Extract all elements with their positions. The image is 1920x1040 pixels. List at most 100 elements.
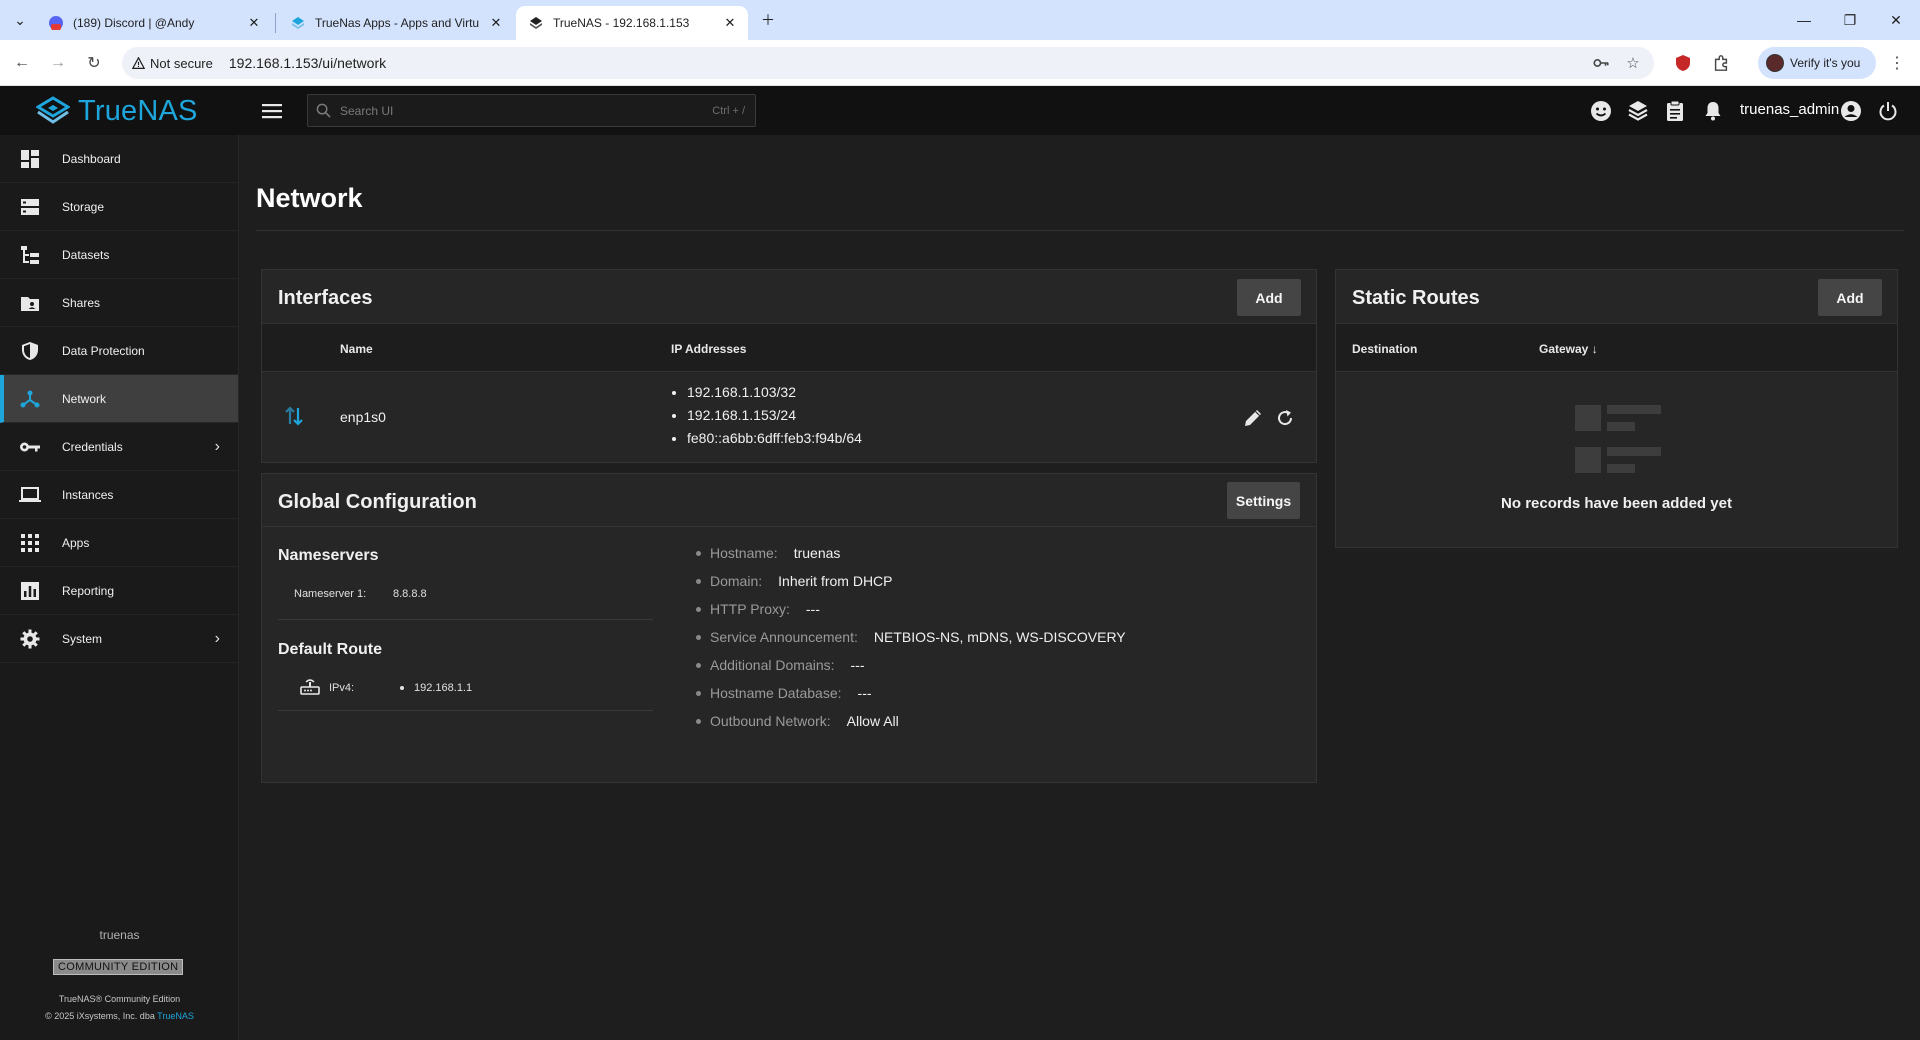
edit-pencil-icon[interactable] xyxy=(1243,408,1263,433)
sidebar-item-storage[interactable]: Storage xyxy=(0,183,238,231)
minimize-window-icon[interactable]: — xyxy=(1782,0,1826,40)
sidebar-item-dashboard[interactable]: Dashboard xyxy=(0,135,238,183)
column-header-ip-addresses[interactable]: IP Addresses xyxy=(671,342,746,356)
menu-hamburger-icon[interactable] xyxy=(259,98,285,124)
tab-search-chevron-icon[interactable]: ⌄ xyxy=(8,8,32,32)
sidebar-item-instances[interactable]: Instances xyxy=(0,471,238,519)
truecommand-icon[interactable] xyxy=(1626,99,1650,123)
bookmark-star-icon[interactable]: ☆ xyxy=(1624,54,1642,72)
sidebar-item-network[interactable]: Network xyxy=(0,375,238,423)
tab-title: TrueNAS - 192.168.1.153 xyxy=(553,16,690,30)
not-secure-label: Not secure xyxy=(150,55,213,71)
add-static-route-button[interactable]: Add xyxy=(1818,279,1882,316)
section-divider xyxy=(278,619,653,620)
router-icon xyxy=(300,677,320,700)
browser-tab-discord[interactable]: (189) Discord | @Andy ✕ xyxy=(36,6,272,40)
field-value: Allow All xyxy=(846,713,899,729)
sidebar-item-datasets[interactable]: Datasets xyxy=(0,231,238,279)
discord-favicon-icon xyxy=(48,15,64,31)
ip-address-list: 192.168.1.103/32 192.168.1.153/24 fe80::… xyxy=(671,381,862,450)
forward-arrow-icon[interactable]: → xyxy=(46,51,70,75)
browser-tab-truenas-active[interactable]: TrueNAS - 192.168.1.153 ✕ xyxy=(516,6,748,40)
column-header-destination[interactable]: Destination xyxy=(1352,342,1417,356)
ipv4-label: IPv4: xyxy=(329,682,355,694)
power-icon[interactable] xyxy=(1876,99,1900,123)
notifications-bell-icon[interactable] xyxy=(1701,99,1725,123)
sidebar-item-label: Reporting xyxy=(62,583,115,598)
field-key: HTTP Proxy: xyxy=(710,601,790,617)
account-circle-icon[interactable] xyxy=(1839,99,1863,123)
sidebar-item-data-protection[interactable]: Data Protection xyxy=(0,327,238,375)
truenas-favicon-icon xyxy=(290,15,306,31)
nameserver-1-label: Nameserver 1: xyxy=(294,588,367,600)
browser-menu-kebab-icon[interactable]: ⋮ xyxy=(1886,52,1908,74)
interfaces-card: Interfaces Add Name IP Addresses enp1s0 … xyxy=(261,269,1317,463)
close-window-icon[interactable]: ✕ xyxy=(1874,0,1918,40)
close-tab-icon[interactable]: ✕ xyxy=(488,15,504,31)
gateway-label: Gateway xyxy=(1539,342,1589,356)
security-indicator[interactable]: Not secure xyxy=(132,56,213,71)
close-tab-icon[interactable]: ✕ xyxy=(246,15,262,31)
reload-icon[interactable]: ↻ xyxy=(82,51,106,75)
sidebar-item-label: Instances xyxy=(62,487,114,502)
column-header-gateway[interactable]: Gateway ↓ xyxy=(1539,342,1598,356)
truenas-link[interactable]: TrueNAS xyxy=(157,1011,194,1021)
search-shortcut-hint: Ctrl + / xyxy=(712,104,745,117)
username-label[interactable]: truenas_admin xyxy=(1740,101,1839,118)
key-icon xyxy=(19,436,41,458)
sidebar-item-system[interactable]: System › xyxy=(0,615,238,663)
shield-icon xyxy=(19,340,41,362)
settings-button[interactable]: Settings xyxy=(1227,482,1300,519)
sidebar-item-reporting[interactable]: Reporting xyxy=(0,567,238,615)
ipv4-gateway-value: 192.168.1.1 xyxy=(414,682,473,694)
extensions-puzzle-icon[interactable] xyxy=(1710,52,1732,74)
ip-address: 192.168.1.103/32 xyxy=(687,381,862,404)
sidebar-nav: Dashboard Storage Datasets Shares Data P… xyxy=(0,135,239,1040)
section-divider xyxy=(278,710,653,711)
back-arrow-icon[interactable]: ← xyxy=(10,51,34,75)
title-divider xyxy=(256,230,1904,231)
field-key: Domain: xyxy=(710,573,763,589)
page-title: Network xyxy=(256,183,363,213)
chart-icon xyxy=(19,580,41,602)
card-header-divider xyxy=(262,526,1316,527)
address-bar[interactable]: Not secure 192.168.1.153/ui/network ☆ xyxy=(122,47,1654,79)
global-configuration-title: Global Configuration xyxy=(278,491,477,513)
sidebar-item-label: Dashboard xyxy=(62,151,121,166)
close-tab-icon[interactable]: ✕ xyxy=(722,15,738,31)
feedback-smiley-icon[interactable] xyxy=(1589,99,1613,123)
interfaces-table-header: Name IP Addresses xyxy=(262,323,1316,372)
add-interface-button[interactable]: Add xyxy=(1237,279,1301,316)
warning-triangle-icon xyxy=(132,56,145,69)
nameservers-heading: Nameservers xyxy=(278,547,379,564)
field-value: --- xyxy=(805,601,820,617)
sidebar-item-label: System xyxy=(62,631,103,646)
verify-identity-button[interactable]: Verify it's you xyxy=(1758,47,1876,79)
browser-tab-truenas-apps[interactable]: TrueNas Apps - Apps and Virtu ✕ xyxy=(278,6,514,40)
jobs-clipboard-icon[interactable] xyxy=(1663,99,1687,123)
empty-state-message: No records have been added yet xyxy=(1501,495,1732,512)
sidebar-item-label: Data Protection xyxy=(62,343,145,358)
search-icon xyxy=(316,103,331,118)
column-header-name[interactable]: Name xyxy=(340,342,373,356)
sidebar-item-label: Credentials xyxy=(62,439,123,454)
hostname-field: Hostname: truenas xyxy=(692,539,1126,567)
restore-window-icon[interactable]: ❐ xyxy=(1828,0,1872,40)
refresh-icon[interactable] xyxy=(1275,408,1295,433)
truenas-logo[interactable]: TrueNAS xyxy=(36,94,198,128)
truenas-favicon-icon xyxy=(528,15,544,31)
sidebar-item-shares[interactable]: Shares xyxy=(0,279,238,327)
new-tab-plus-icon[interactable]: ＋ xyxy=(756,8,780,32)
dashboard-icon xyxy=(19,148,41,170)
extension-shield-icon[interactable] xyxy=(1672,52,1694,74)
laptop-icon xyxy=(19,484,41,506)
search-ui-input[interactable]: Search UI Ctrl + / xyxy=(307,94,756,127)
sidebar-item-credentials[interactable]: Credentials › xyxy=(0,423,238,471)
password-key-icon[interactable] xyxy=(1592,54,1610,72)
sidebar-item-apps[interactable]: Apps xyxy=(0,519,238,567)
default-route-heading: Default Route xyxy=(278,641,382,658)
table-row[interactable]: enp1s0 192.168.1.103/32 192.168.1.153/24… xyxy=(262,373,1316,463)
ip-address: 192.168.1.153/24 xyxy=(687,404,862,427)
app-header: TrueNAS Search UI Ctrl + / truenas_admin xyxy=(0,86,1920,135)
storage-icon xyxy=(19,196,41,218)
